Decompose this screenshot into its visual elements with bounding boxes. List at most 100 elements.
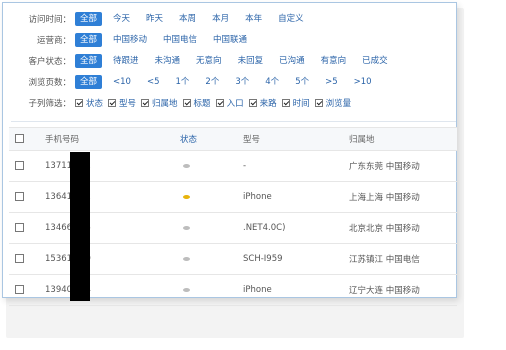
model-cell: -: [238, 150, 344, 182]
column-header-location[interactable]: 归属地: [344, 127, 457, 151]
model-cell: SCH-I959: [238, 243, 344, 275]
phone-cell: 15361 689: [33, 243, 180, 275]
row-checkbox[interactable]: [15, 223, 24, 232]
filter-row-pages-viewed: 浏览页数： 全部 <10 <5 1个 2个 3个 4个 5个 >5 >10: [3, 75, 383, 89]
customer-status-option-all[interactable]: 全部: [75, 54, 103, 68]
column-toggle-title[interactable]: 标题: [182, 97, 211, 109]
redaction-bar: [70, 152, 90, 301]
carrier-option-china-telecom[interactable]: 中国电信: [158, 33, 202, 47]
column-header-model[interactable]: 型号: [238, 127, 344, 151]
select-all-checkbox[interactable]: [15, 134, 24, 143]
pages-option-2[interactable]: 2个: [200, 75, 224, 89]
row-checkbox[interactable]: [15, 161, 24, 170]
status-indicator-icon: [183, 194, 190, 199]
pages-option-1[interactable]: 1个: [171, 75, 195, 89]
location-cell: 辽宁大连 中国移动: [344, 274, 457, 306]
carrier-option-china-unicom[interactable]: 中国联通: [208, 33, 252, 47]
filter-label-customer-status: 客户状态：: [28, 57, 71, 67]
column-toggle-label: 时间: [292, 99, 310, 109]
row-select-cell: [9, 150, 33, 182]
pages-option-lt5[interactable]: <5: [142, 75, 165, 89]
visit-time-option-this-year[interactable]: 本年: [240, 12, 267, 26]
row-checkbox[interactable]: [15, 285, 24, 294]
column-toggle-views[interactable]: 浏览量: [314, 97, 352, 109]
checkbox[interactable]: [248, 99, 257, 107]
row-select-cell: [9, 212, 33, 244]
checkbox[interactable]: [314, 99, 323, 107]
status-indicator-icon: [183, 225, 190, 230]
customer-status-option-closed[interactable]: 已成交: [357, 54, 393, 68]
visit-time-option-custom[interactable]: 自定义: [273, 12, 309, 26]
filter-label-pages-viewed: 浏览页数：: [28, 78, 71, 88]
status-indicator-icon: [183, 163, 190, 168]
location-cell: 江苏镇江 中国电信: [344, 243, 457, 275]
pages-option-4[interactable]: 4个: [260, 75, 284, 89]
phone-cell: 13466 445: [33, 212, 180, 244]
column-toggle-label: 浏览量: [325, 99, 352, 109]
status-cell: [180, 212, 238, 244]
visit-time-option-this-month[interactable]: 本月: [207, 12, 234, 26]
filter-row-visit-time: 访问时间： 全部 今天 昨天 本周 本月 本年 自定义: [3, 12, 315, 26]
column-toggle-label: 状态: [86, 99, 104, 109]
checkbox[interactable]: [75, 99, 83, 107]
filter-row-carrier: 运营商： 全部 中国移动 中国电信 中国联通: [3, 33, 258, 47]
filter-label-sub-columns: 子列筛选：: [28, 99, 71, 109]
row-select-cell: [9, 181, 33, 213]
phone-cell: 13711 692: [33, 150, 180, 182]
checkbox[interactable]: [215, 99, 224, 107]
carrier-option-china-mobile[interactable]: 中国移动: [108, 33, 152, 47]
column-toggle-label: 标题: [193, 99, 211, 109]
customer-status-option-no-intent[interactable]: 无意向: [191, 54, 227, 68]
checkbox[interactable]: [281, 99, 290, 107]
pages-option-gt5[interactable]: >5: [320, 75, 343, 89]
column-toggle-label: 来路: [259, 99, 277, 109]
model-cell: .NET4.0C): [238, 212, 344, 244]
checkbox[interactable]: [108, 99, 117, 107]
filter-label-visit-time: 访问时间：: [28, 15, 71, 25]
model-cell: iPhone: [238, 274, 344, 306]
column-toggle-referrer[interactable]: 来路: [248, 97, 277, 109]
pages-option-lt10[interactable]: <10: [108, 75, 136, 89]
column-header-status[interactable]: 状态: [180, 127, 238, 151]
visit-time-option-all[interactable]: 全部: [75, 12, 103, 26]
pages-option-all[interactable]: 全部: [75, 75, 103, 89]
location-cell: 上海上海 中国移动: [344, 181, 457, 213]
location-cell: 广东东莞 中国移动: [344, 150, 457, 182]
row-checkbox[interactable]: [15, 254, 24, 263]
pages-option-5[interactable]: 5个: [290, 75, 314, 89]
status-cell: [180, 243, 238, 275]
divider: [11, 121, 456, 122]
select-all-cell: [9, 127, 33, 151]
phone-cell: 13940 734: [33, 274, 180, 306]
filter-row-sub-columns: 子列筛选： 状态 型号 归属地 标题 入口 来路 时间 浏览量: [3, 96, 356, 110]
column-toggle-label: 型号: [119, 99, 137, 109]
customer-status-option-not-contacted[interactable]: 未沟通: [150, 54, 186, 68]
customer-status-option-interested[interactable]: 有意向: [316, 54, 352, 68]
column-toggle-model[interactable]: 型号: [108, 97, 136, 109]
filter-panel: 访问时间： 全部 今天 昨天 本周 本月 本年 自定义 运营商： 全部 中国移动…: [2, 2, 457, 306]
visit-time-option-this-week[interactable]: 本周: [174, 12, 201, 26]
column-toggle-status[interactable]: 状态: [75, 97, 103, 109]
column-toggle-location[interactable]: 归属地: [141, 97, 178, 109]
column-toggle-entry[interactable]: 入口: [215, 97, 244, 109]
phone-cell: 13641 582: [33, 181, 180, 213]
customer-status-option-pending[interactable]: 待跟进: [108, 54, 144, 68]
column-toggle-time[interactable]: 时间: [281, 97, 310, 109]
filter-label-carrier: 运营商：: [36, 36, 71, 46]
row-checkbox[interactable]: [15, 192, 24, 201]
status-indicator-icon: [183, 256, 190, 261]
carrier-option-all[interactable]: 全部: [75, 33, 103, 47]
checkbox[interactable]: [182, 99, 191, 107]
column-header-phone[interactable]: 手机号码: [33, 127, 180, 151]
customer-status-option-contacted[interactable]: 已沟通: [274, 54, 310, 68]
pages-option-3[interactable]: 3个: [230, 75, 254, 89]
visit-time-option-yesterday[interactable]: 昨天: [141, 12, 168, 26]
checkbox[interactable]: [141, 99, 150, 107]
pages-option-gt10[interactable]: >10: [349, 75, 377, 89]
customer-status-option-no-reply[interactable]: 未回复: [233, 54, 269, 68]
table-header-row: 手机号码 状态 型号 归属地: [9, 127, 457, 151]
status-cell: [180, 150, 238, 182]
visit-time-option-today[interactable]: 今天: [108, 12, 135, 26]
row-select-cell: [9, 274, 33, 306]
model-cell: iPhone: [238, 181, 344, 213]
